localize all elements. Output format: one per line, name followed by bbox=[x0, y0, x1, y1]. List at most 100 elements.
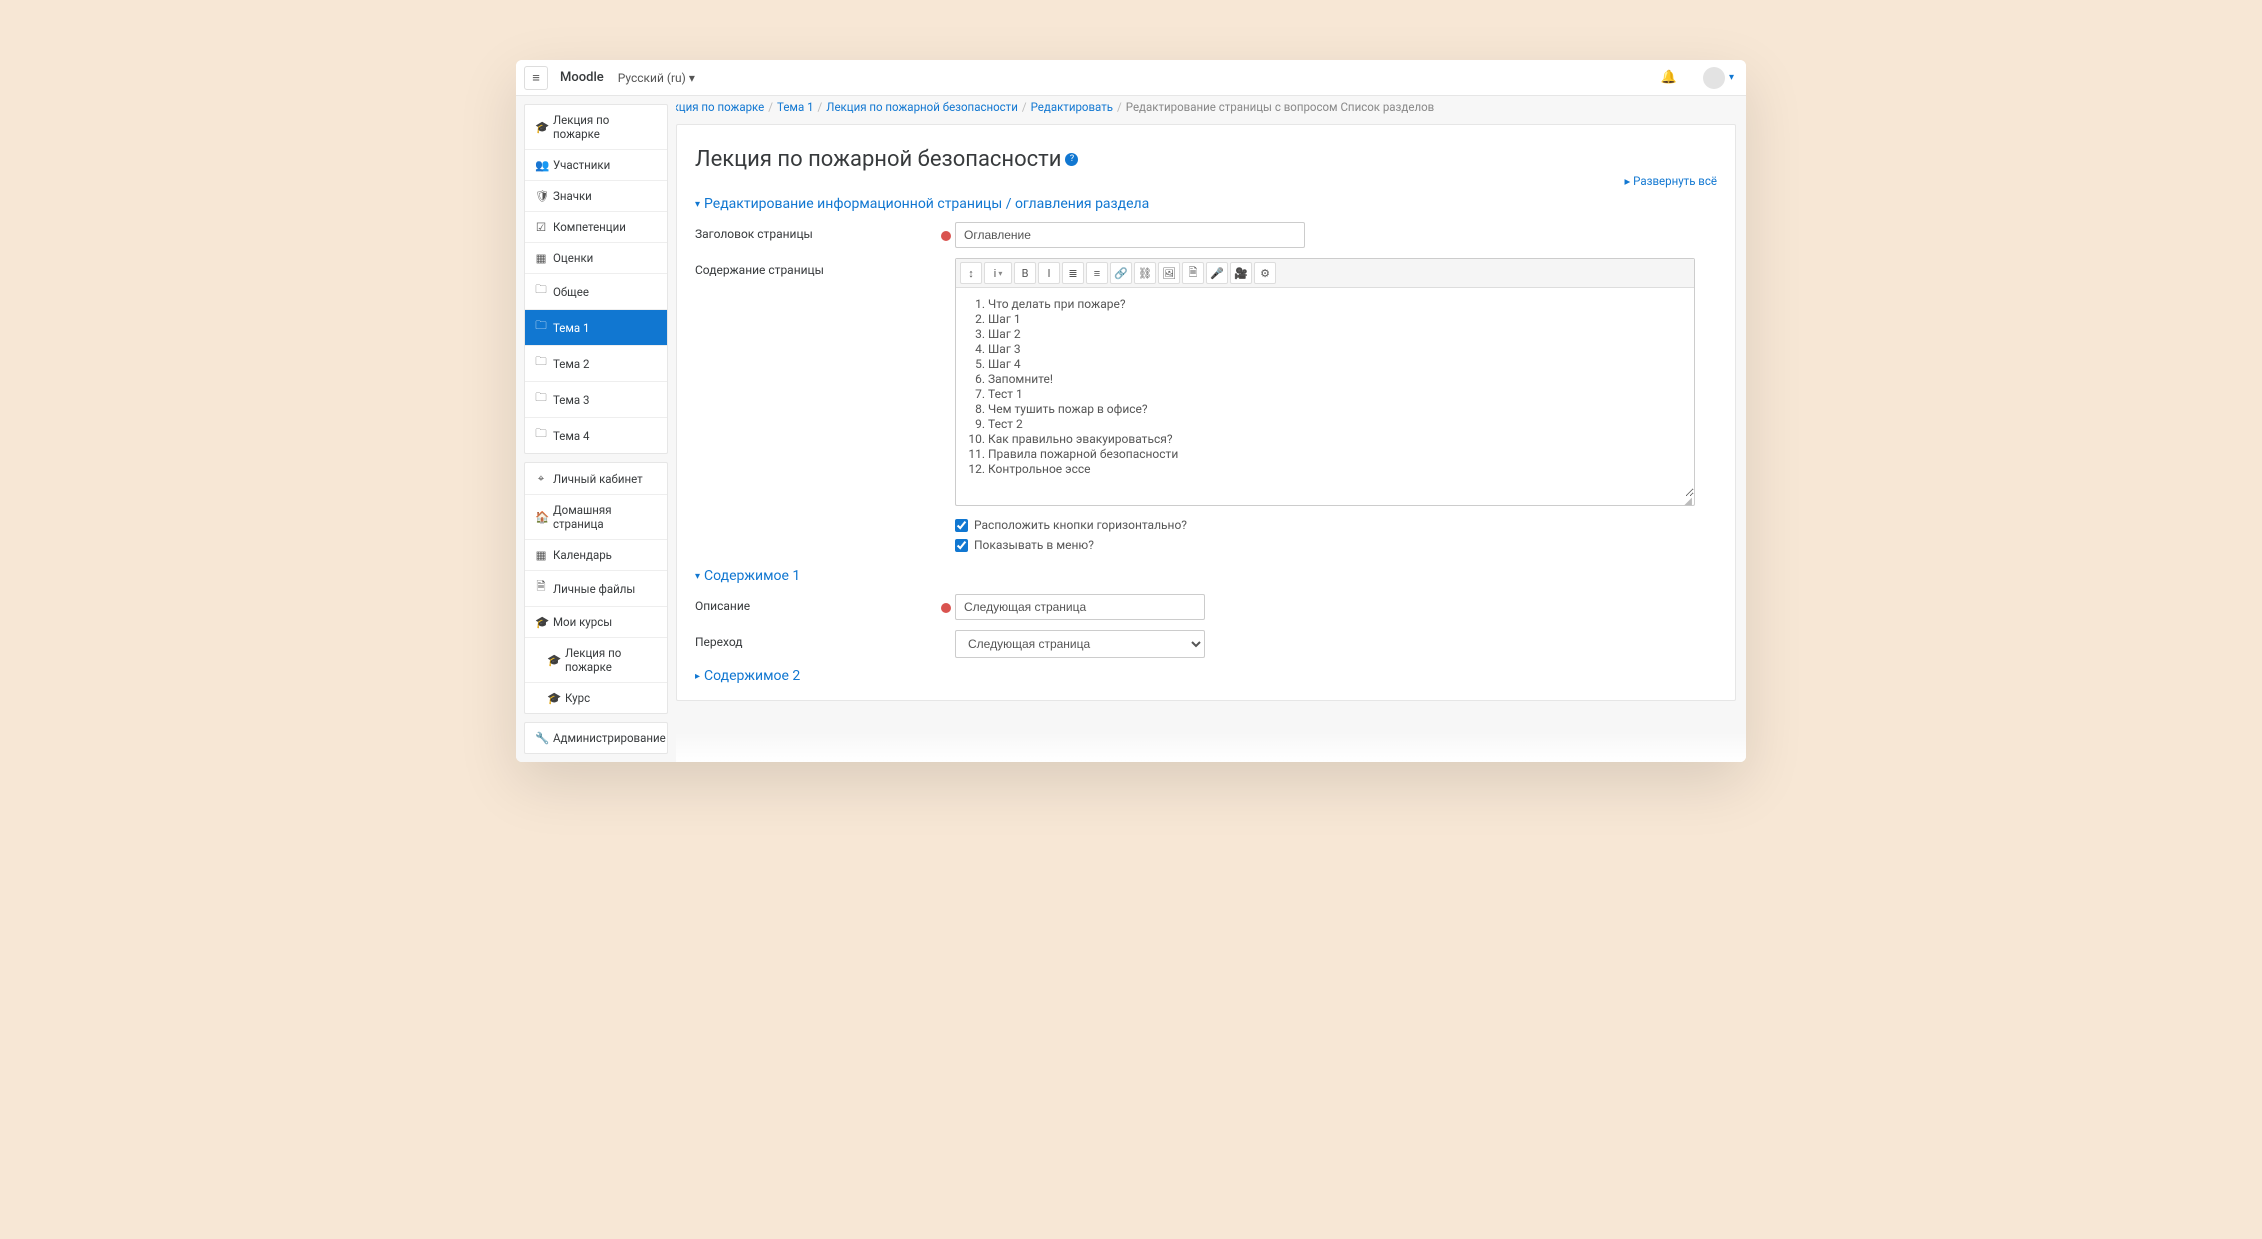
fieldset-header-content-1[interactable]: Содержимое 1 bbox=[695, 568, 1717, 584]
row-jump: Переход Следующая страница bbox=[695, 630, 1717, 658]
fieldset-title: Содержимое 2 bbox=[704, 668, 800, 684]
nav-item-icon: 🗀 bbox=[535, 390, 547, 409]
checkbox-horizontal[interactable] bbox=[955, 519, 968, 532]
ordered-list-icon[interactable]: ≡ bbox=[1086, 262, 1108, 284]
sidebar-item[interactable]: 🎓Курс bbox=[525, 682, 667, 713]
nav-item-icon: ▦ bbox=[535, 548, 547, 562]
sidebar-item[interactable]: ▦ Оценки bbox=[525, 242, 667, 273]
editor-body[interactable]: Что делать при пожаре?Шаг 1Шаг 2Шаг 3Шаг… bbox=[956, 288, 1694, 497]
row-page-title: Заголовок страницы bbox=[695, 222, 1717, 248]
nav-item-label: Тема 1 bbox=[553, 321, 590, 335]
sidebar-item[interactable]: 🏠 Домашняя страница bbox=[525, 494, 667, 539]
fieldset-header-content-2[interactable]: Содержимое 2 bbox=[695, 668, 1717, 684]
breadcrumb-separator: / bbox=[1022, 100, 1027, 114]
editor-resize-handle[interactable]: ◢ bbox=[956, 497, 1694, 505]
nav-item-icon: 🗀 bbox=[535, 426, 547, 445]
record-video-icon[interactable]: 🎥 bbox=[1230, 262, 1252, 284]
fieldset-title: Редактирование информационной страницы /… bbox=[704, 196, 1149, 212]
sidebar-item[interactable]: 🛡 Значки bbox=[525, 180, 667, 211]
course-nav-block: 🎓 Лекция по пожарке 👥Участники 🛡 Значки ☑Комп… bbox=[524, 104, 668, 454]
row-description: Описание bbox=[695, 594, 1717, 620]
nav-item-icon: ⌖ bbox=[535, 471, 547, 486]
bold-icon[interactable]: B bbox=[1014, 262, 1036, 284]
nav-drawer-toggle[interactable]: ≡ bbox=[524, 66, 548, 90]
sidebar-item[interactable]: 🎓 Лекция по пожарке bbox=[525, 105, 667, 149]
input-page-title[interactable] bbox=[955, 222, 1305, 248]
sidebar-item[interactable]: 🔧Администрирование bbox=[525, 723, 667, 753]
collapse-caret-icon bbox=[695, 671, 700, 682]
breadcrumb: Личный кабинет/Мои курсы/Лекция по пожар… bbox=[676, 96, 1736, 124]
help-icon[interactable]: ? bbox=[1065, 153, 1078, 166]
content-list-item: Правила пожарной безопасности bbox=[988, 447, 1680, 461]
label-page-title: Заголовок страницы bbox=[695, 222, 935, 241]
content-list-item: Что делать при пожаре? bbox=[988, 297, 1680, 311]
bullet-list-icon[interactable]: ≣ bbox=[1062, 262, 1084, 284]
user-avatar[interactable] bbox=[1703, 67, 1725, 89]
breadcrumb-separator: / bbox=[768, 100, 773, 114]
nav-item-label: Мои курсы bbox=[553, 615, 612, 629]
italic-icon[interactable]: I bbox=[1038, 262, 1060, 284]
main-region: Лекция по пожарной безопасности ? Развер… bbox=[676, 124, 1736, 701]
sidebar-item[interactable]: 🗀Тема 2 bbox=[525, 345, 667, 381]
sidebar-item[interactable]: 🗀 Тема 4 bbox=[525, 417, 667, 453]
nav-item-icon: 🎓 bbox=[547, 691, 559, 705]
link-icon[interactable]: 🔗 bbox=[1110, 262, 1132, 284]
breadcrumb-item[interactable]: Редактировать bbox=[1031, 100, 1113, 114]
checkbox-showmenu[interactable] bbox=[955, 539, 968, 552]
breadcrumb-item[interactable]: Тема 1 bbox=[777, 100, 814, 114]
hamburger-icon: ≡ bbox=[532, 70, 540, 86]
content-list-item: Шаг 4 bbox=[988, 357, 1680, 371]
brand-logo[interactable]: Moodle bbox=[560, 70, 604, 85]
notifications-icon[interactable]: 🔔 bbox=[1661, 70, 1677, 85]
nav-item-icon: 🛡 bbox=[535, 189, 547, 203]
rich-text-editor: ↕iBI≣≡🔗⛓🖼🗎🎤🎥⚙ Что делать при пожаре?Шаг … bbox=[955, 258, 1695, 506]
record-audio-icon[interactable]: 🎤 bbox=[1206, 262, 1228, 284]
sidebar-item[interactable]: 🎓 Мои курсы bbox=[525, 606, 667, 637]
content-list-item: Тест 2 bbox=[988, 417, 1680, 431]
site-nav-block: ⌖Личный кабинет 🏠 Домашняя страница ▦ Календ… bbox=[524, 462, 668, 714]
nav-item-icon: 🎓 bbox=[535, 615, 547, 629]
nav-item-icon: 🗀 bbox=[535, 282, 547, 301]
input-description[interactable] bbox=[955, 594, 1205, 620]
breadcrumb-item[interactable]: Лекция по пожарной безопасности bbox=[826, 100, 1018, 114]
nav-item-icon: 🗀 bbox=[535, 354, 547, 373]
editor-toolbar: ↕iBI≣≡🔗⛓🖼🗎🎤🎥⚙ bbox=[956, 259, 1694, 288]
nav-item-label: Лекция по пожарке bbox=[553, 113, 657, 141]
expand-all-link[interactable]: Развернуть всё bbox=[1625, 174, 1717, 188]
unlink-icon[interactable]: ⛓ bbox=[1134, 262, 1156, 284]
sidebar-item[interactable]: 👥Участники bbox=[525, 149, 667, 180]
user-menu-caret-icon[interactable]: ▾ bbox=[1729, 72, 1734, 83]
sidebar-item[interactable]: 🎓Лекция по пожарке bbox=[525, 637, 667, 682]
nav-item-icon: ▦ bbox=[535, 251, 547, 265]
sidebar-item[interactable]: ▦ Календарь bbox=[525, 539, 667, 570]
nav-item-icon: 🎓 bbox=[535, 120, 547, 134]
select-jump[interactable]: Следующая страница bbox=[955, 630, 1205, 658]
sidebar-item[interactable]: 🗀Общее bbox=[525, 273, 667, 309]
image-icon[interactable]: 🖼 bbox=[1158, 262, 1180, 284]
nav-item-label: Тема 4 bbox=[553, 429, 590, 443]
nav-item-icon: 🏠 bbox=[535, 510, 547, 524]
manage-files-icon[interactable]: ⚙ bbox=[1254, 262, 1276, 284]
file-icon[interactable]: 🗎 bbox=[1182, 262, 1204, 284]
sidebar-item[interactable]: 🗎Личные файлы bbox=[525, 570, 667, 606]
sidebar-item[interactable]: 🗀Тема 3 bbox=[525, 381, 667, 417]
paragraph-style-icon[interactable]: i bbox=[984, 262, 1012, 284]
breadcrumb-item[interactable]: Лекция по пожарке bbox=[676, 100, 764, 114]
required-icon bbox=[941, 231, 951, 241]
nav-item-label: Компетенции bbox=[553, 220, 626, 234]
sidebar-item[interactable]: 🗀 Тема 1 bbox=[525, 309, 667, 345]
nav-item-label: Значки bbox=[553, 189, 592, 203]
content-list-item: Шаг 1 bbox=[988, 312, 1680, 326]
toggle-toolbar-icon[interactable]: ↕ bbox=[960, 262, 982, 284]
nav-item-label: Календарь bbox=[553, 548, 612, 562]
sidebar-item[interactable]: ☑Компетенции bbox=[525, 211, 667, 242]
nav-item-label: Оценки bbox=[553, 251, 593, 265]
nav-item-icon: 🗀 bbox=[535, 318, 547, 337]
sidebar-item[interactable]: ⌖Личный кабинет bbox=[525, 463, 667, 494]
fieldset-header-edit-page[interactable]: Редактирование информационной страницы /… bbox=[695, 196, 1717, 212]
content-list-item: Шаг 2 bbox=[988, 327, 1680, 341]
language-menu[interactable]: Русский (ru) ▾ bbox=[618, 71, 695, 85]
nav-item-label: Домашняя страница bbox=[553, 503, 657, 531]
collapse-caret-icon bbox=[695, 571, 700, 582]
page-content: Личный кабинет/Мои курсы/Лекция по пожар… bbox=[676, 96, 1746, 762]
